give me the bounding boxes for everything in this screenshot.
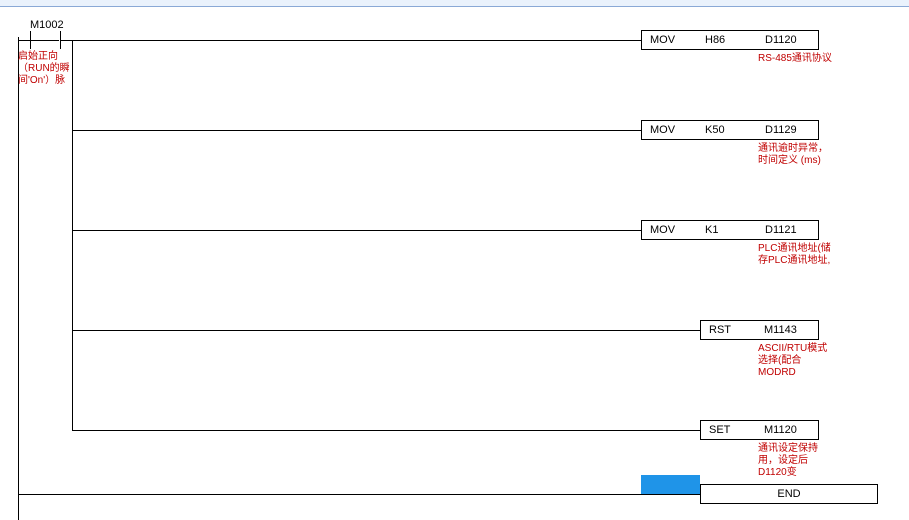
opr1: M1120 [756,424,816,436]
op: RST [701,324,756,336]
rung-wire-4 [72,430,700,431]
op: MOV [642,224,697,236]
instruction-mov-0[interactable]: MOV H86 D1120 [641,30,819,50]
branch-line [72,40,73,430]
end-label: END [777,488,800,500]
contact-label: M1002 [30,19,64,31]
op: MOV [642,34,697,46]
opr2: D1121 [757,224,817,236]
op: MOV [642,124,697,136]
instruction-mov-2[interactable]: MOV K1 D1121 [641,220,819,240]
ladder-diagram: M1002 启始正向（RUN的瞬间'On'）脉 MOV H86 D1120 RS… [0,7,909,500]
instruction-comment-2: PLC通讯地址(储存PLC通讯地址, [758,243,833,267]
contact-symbol[interactable] [18,31,72,49]
instruction-comment-3: ASCII/RTU模式选择(配合MODRD [758,343,833,379]
opr1: K1 [697,224,757,236]
opr2: D1120 [757,34,817,46]
opr2: D1129 [757,124,817,136]
instruction-set[interactable]: SET M1120 [700,420,819,440]
rung-wire-2 [72,230,641,231]
end-instruction[interactable]: END [700,484,878,504]
opr1: K50 [697,124,757,136]
instruction-comment-0: RS-485通讯协议 [758,53,833,65]
opr1: M1143 [756,324,816,336]
power-rail [18,37,19,520]
instruction-comment-1: 通讯逾时异常，时间定义 (ms) [758,143,833,167]
rung-wire-end [18,494,700,495]
rung-wire-0 [72,40,641,41]
instruction-comment-4: 通讯设定保持用，设定后D1120变 [758,443,833,479]
window-border [0,0,909,7]
contact-comment: 启始正向（RUN的瞬间'On'）脉 [18,51,78,87]
op: SET [701,424,756,436]
cursor-highlight [641,475,700,495]
rung-wire-1 [72,130,641,131]
instruction-rst[interactable]: RST M1143 [700,320,819,340]
rung-wire-3 [72,330,700,331]
opr1: H86 [697,34,757,46]
instruction-mov-1[interactable]: MOV K50 D1129 [641,120,819,140]
